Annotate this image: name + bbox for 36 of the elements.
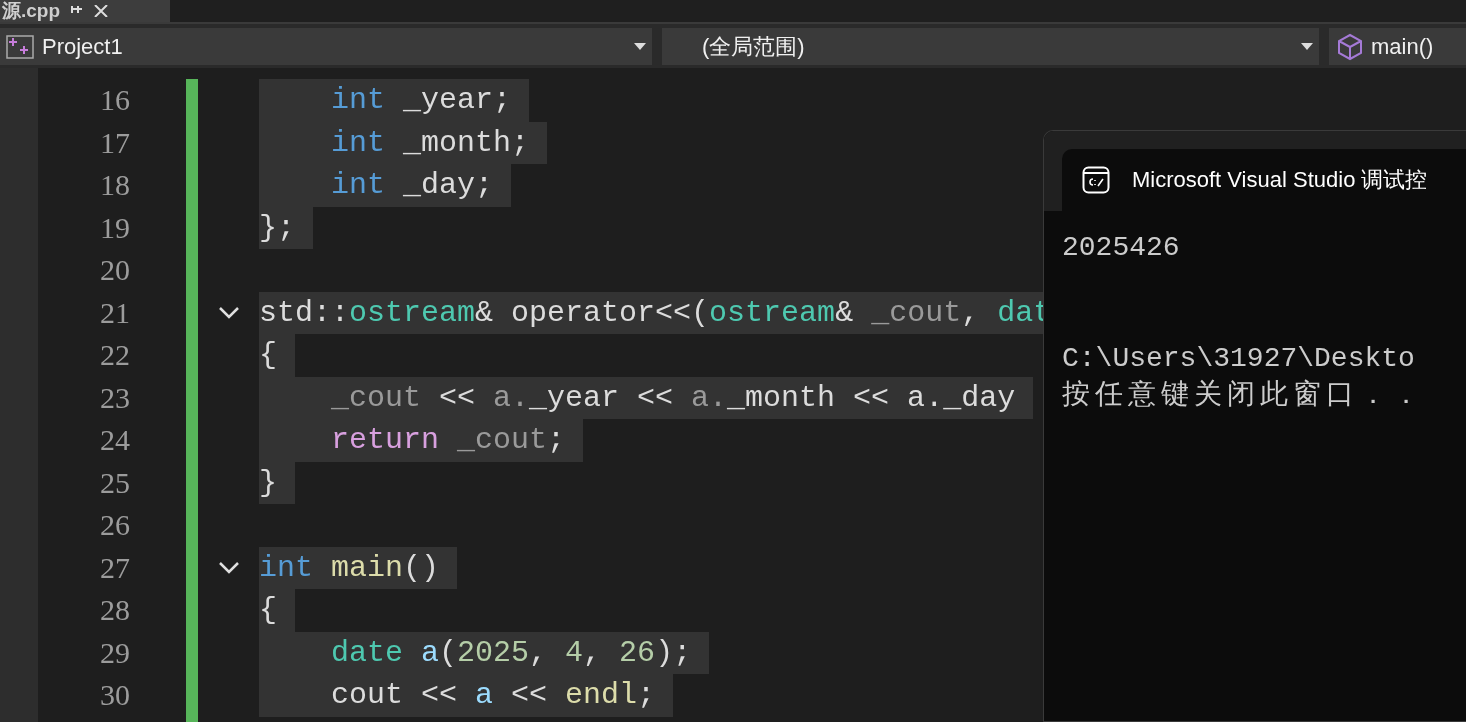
project-name: Project1	[42, 33, 123, 60]
chevron-down-icon[interactable]	[217, 560, 240, 575]
console-title: Microsoft Visual Studio 调试控	[1132, 166, 1428, 194]
line-number: 23	[99, 379, 130, 416]
line-number: 24	[99, 422, 130, 459]
line-number: 20	[99, 252, 130, 289]
line-number: 19	[99, 209, 130, 246]
close-icon[interactable]	[94, 5, 111, 17]
console-output: 2025426	[1062, 231, 1180, 265]
document-tab[interactable]: 源.cpp	[0, 0, 170, 22]
console-output: C:\Users\31927\Deskto	[1062, 342, 1415, 376]
pin-icon[interactable]	[70, 6, 85, 16]
member-dropdown[interactable]: main()	[1329, 28, 1466, 65]
project-dropdown[interactable]: Project1	[0, 28, 652, 65]
line-number: 18	[99, 167, 130, 204]
line-number: 29	[99, 634, 130, 671]
line-number: 26	[99, 507, 130, 544]
project-icon	[6, 34, 34, 59]
line-number: 17	[99, 124, 130, 161]
cube-icon	[1337, 32, 1363, 61]
line-number: 21	[99, 294, 130, 331]
scope-dropdown[interactable]: (全局范围)	[662, 28, 1319, 65]
console-tab[interactable]: Microsoft Visual Studio 调试控	[1062, 149, 1466, 211]
line-number: 28	[99, 592, 130, 629]
member-name: main()	[1371, 33, 1434, 60]
line-number: 27	[99, 549, 130, 586]
chevron-down-icon[interactable]	[217, 305, 240, 320]
scope-name: (全局范围)	[702, 32, 805, 61]
caret-icon	[634, 43, 646, 50]
line-number: 16	[99, 82, 130, 119]
caret-icon	[1301, 43, 1313, 50]
line-number: 30	[99, 677, 130, 714]
console-output: 按任意键关闭此窗口．．	[1062, 378, 1425, 413]
terminal-icon	[1082, 166, 1110, 194]
line-number: 22	[99, 337, 130, 374]
line-number: 25	[99, 464, 130, 501]
